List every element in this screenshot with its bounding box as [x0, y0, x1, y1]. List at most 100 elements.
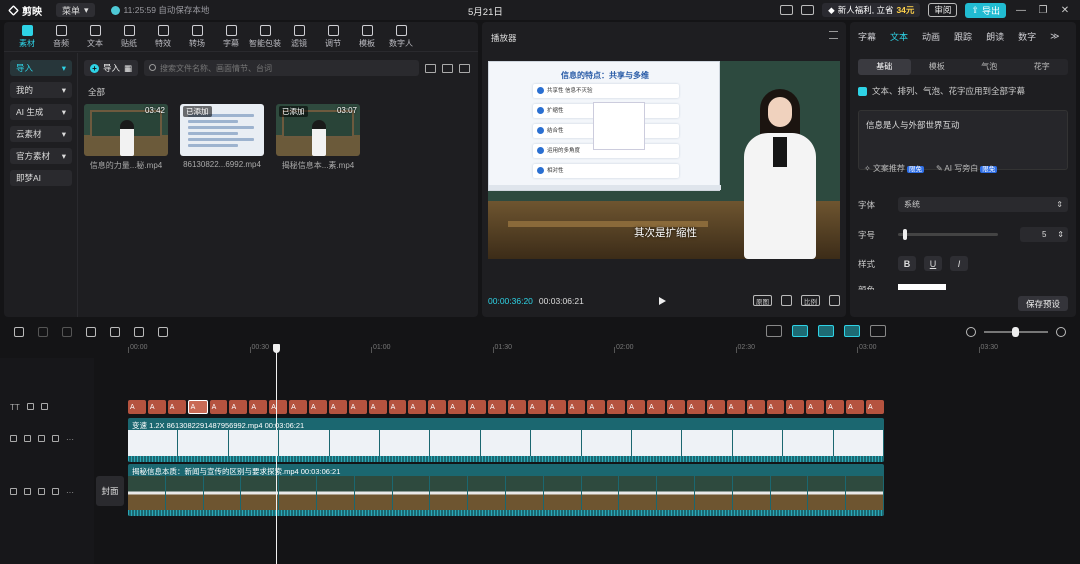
split-left-icon[interactable] [110, 327, 120, 337]
tab-sticker[interactable]: 贴纸 [112, 22, 146, 51]
save-preset-button[interactable]: 保存预设 [1017, 296, 1068, 311]
maximize-icon[interactable]: ❐ [1036, 5, 1050, 16]
microphone-icon[interactable] [766, 325, 782, 337]
media-clip[interactable]: 已添加 86130822...6992.mp4 [180, 104, 264, 171]
hamburger-icon[interactable] [829, 31, 838, 39]
tab-media[interactable]: 素材 [10, 22, 44, 51]
auto-snap-icon[interactable] [818, 325, 834, 337]
size-slider[interactable] [898, 229, 998, 240]
clip-thumbnail[interactable]: 已添加 [180, 104, 264, 156]
text-clip[interactable]: A [587, 400, 606, 414]
original-button[interactable]: 原图 [753, 295, 772, 306]
eye-icon[interactable] [38, 488, 45, 495]
more-icon[interactable]: ··· [66, 435, 74, 444]
preview-canvas[interactable]: 信息的特点：共享与多维 共享性 信息不灭验 扩缩性 结合性 运用的多角度 相对性 其次是… [488, 61, 840, 259]
text-clip[interactable]: A [167, 400, 186, 414]
sidebar-item[interactable]: AI 生成 ▾ [10, 104, 72, 120]
main-track-magnet-icon[interactable] [792, 325, 808, 337]
delete-icon[interactable] [158, 327, 168, 337]
eye-icon[interactable] [38, 435, 45, 442]
text-clip[interactable]: A [647, 400, 666, 414]
split-icon[interactable] [86, 327, 96, 337]
text-clip[interactable]: A [209, 400, 228, 414]
text-clip[interactable]: A [428, 400, 447, 414]
split-right-icon[interactable] [134, 327, 144, 337]
shortcut-icon[interactable] [780, 5, 794, 15]
copy-recommend-button[interactable]: ✧ 文案推荐 限免 [864, 163, 924, 174]
sidebar-item[interactable]: 导入 ▾ [10, 60, 72, 76]
text-clip[interactable]: A [706, 400, 725, 414]
tab-adjust[interactable]: 调节 [316, 22, 350, 51]
text-clip[interactable]: A [786, 400, 805, 414]
tab-transition[interactable]: 转场 [180, 22, 214, 51]
props-tab[interactable]: 朗读 [986, 30, 1004, 43]
export-button[interactable]: ⇪ 导出 [965, 2, 1006, 18]
apply-all-checkbox[interactable]: 文本、排列、气泡、花字应用到全部字幕 [858, 85, 1025, 97]
text-clip[interactable]: A [507, 400, 526, 414]
import-button[interactable]: + 导入 ▦ [84, 60, 139, 76]
sidebar-item[interactable]: 我的 ▾ [10, 82, 72, 98]
tab-smart-package[interactable]: 智能包装 [248, 22, 282, 51]
sidebar-item[interactable]: 即梦AI [10, 170, 72, 186]
close-icon[interactable]: ✕ [1058, 5, 1072, 16]
text-clip[interactable]: A [147, 400, 166, 414]
redo-icon[interactable] [62, 327, 72, 337]
promo-button[interactable]: ◆ 新人福利, 立省 34元 [822, 3, 921, 17]
tab-text[interactable]: 文本 [78, 22, 112, 51]
props-tab[interactable]: 跟踪 [954, 30, 972, 43]
text-clip[interactable]: A [846, 400, 864, 414]
subtab[interactable]: 基础 [858, 59, 911, 75]
play-icon[interactable] [659, 297, 666, 305]
tab-digital-human[interactable]: 数字人 [384, 22, 418, 51]
text-clip[interactable]: A [865, 400, 884, 414]
text-clip[interactable]: A [229, 400, 248, 414]
slider-handle[interactable] [903, 229, 907, 240]
text-clip[interactable]: A [488, 400, 506, 414]
preview-axis-icon[interactable] [870, 325, 886, 337]
props-tab[interactable]: 字幕 [858, 30, 876, 43]
select-tool-icon[interactable] [14, 327, 24, 337]
undo-icon[interactable] [38, 327, 48, 337]
tab-filter[interactable]: 滤镜 [282, 22, 316, 51]
ai-write-button[interactable]: ✎ AI 写旁白 限免 [936, 163, 998, 174]
sidebar-item[interactable]: 云素材 ▾ [10, 126, 72, 142]
lock-icon[interactable] [26, 403, 34, 410]
video-clip-2[interactable]: 揭秘信息本质：新闻与宣传的区别与要求探索.mp4 00:03:06:21 [128, 464, 884, 516]
media-clip[interactable]: 03:07 已添加 揭秘信息本...素.mp4 [276, 104, 360, 171]
text-clip[interactable]: A [527, 400, 546, 414]
zoom-in-icon[interactable] [1056, 327, 1066, 337]
props-tab[interactable]: 文本 [890, 30, 908, 43]
tab-caption[interactable]: 字幕 [214, 22, 248, 51]
ratio-button[interactable]: 比例 [801, 295, 820, 306]
media-clip[interactable]: 03:42 信息的力量...秘.mp4 [84, 104, 168, 171]
text-clip[interactable]: A [726, 400, 745, 414]
text-content-input[interactable] [858, 110, 1068, 170]
text-clip[interactable]: A [567, 400, 586, 414]
eye-icon[interactable] [40, 403, 48, 410]
italic-button[interactable]: I [950, 256, 968, 271]
cover-button[interactable]: 封面 [96, 476, 124, 506]
text-clip[interactable]: A [368, 400, 387, 414]
clip-thumbnail[interactable]: 03:42 [84, 104, 168, 156]
text-clip[interactable]: A [746, 400, 765, 414]
text-clip[interactable]: A [187, 400, 208, 414]
text-clip[interactable]: A [806, 400, 825, 414]
underline-button[interactable]: U [924, 256, 942, 271]
playhead[interactable] [273, 344, 280, 564]
speaker-icon[interactable] [52, 435, 59, 442]
zoom-out-icon[interactable] [966, 327, 976, 337]
text-clip[interactable]: A [269, 400, 288, 414]
font-select[interactable]: 系统 ⇕ [898, 197, 1068, 212]
size-input[interactable]: 5 ⇕ [1020, 227, 1068, 242]
more-icon[interactable]: ··· [66, 488, 74, 497]
fullscreen-icon[interactable] [829, 295, 840, 306]
time-ruler[interactable]: 00:00 00:30 01:00 01:30 02:00 02:30 03:00 03:30 [128, 344, 1080, 356]
speaker-icon[interactable] [52, 488, 59, 495]
tab-effects[interactable]: 特效 [146, 22, 180, 51]
text-clip[interactable]: A [309, 400, 327, 414]
sort-icon[interactable] [442, 63, 453, 73]
props-tab[interactable]: 数字 [1018, 30, 1036, 43]
text-clip[interactable]: A [328, 400, 347, 414]
lock-icon[interactable] [24, 435, 31, 442]
text-clip[interactable]: A [607, 400, 626, 414]
